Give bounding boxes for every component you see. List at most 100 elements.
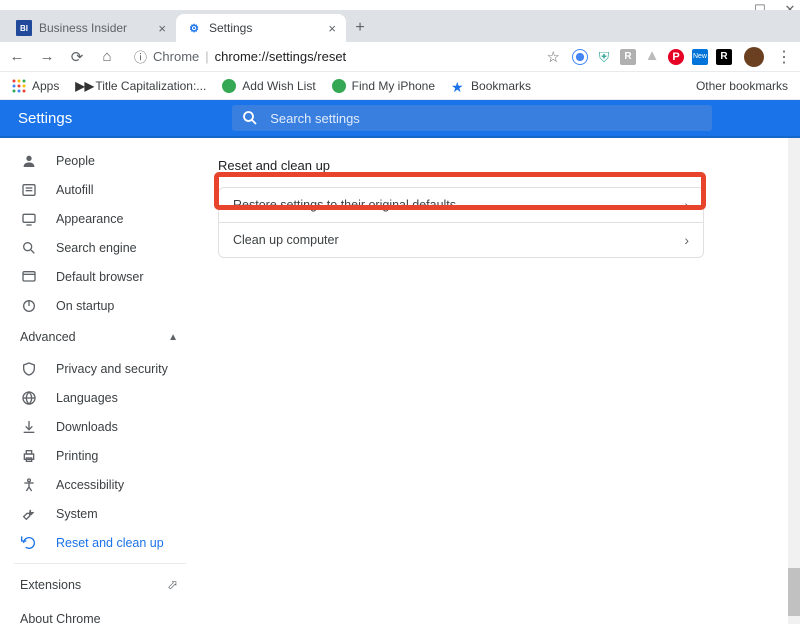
star-icon: ★ [451,79,465,93]
home-button[interactable]: ⌂ [98,48,116,65]
scrollbar-thumb[interactable] [788,568,800,616]
bookmark-label: Find My iPhone [352,79,435,93]
person-icon [20,152,38,170]
ext-icon-new[interactable]: New [692,49,708,65]
tab-settings[interactable]: ⚙ Settings × [176,14,346,42]
sidebar-item-printing[interactable]: Printing [0,441,200,470]
ext-icon-1[interactable] [572,49,588,65]
site-info-icon[interactable]: ⓘ [134,47,147,66]
sidebar-advanced-label: Advanced [20,330,76,344]
back-button[interactable]: ← [8,48,26,65]
cleanup-label: Clean up computer [233,233,339,247]
tab-label: Settings [209,21,252,35]
tab-close-icon[interactable]: × [158,21,166,36]
sidebar-item-search[interactable]: Search engine [0,233,200,262]
apps-label: Apps [32,79,59,93]
ext-icon-r1[interactable]: R [620,49,636,65]
sidebar-item-label: On startup [56,299,114,313]
sidebar-item-label: Search engine [56,241,137,255]
vertical-scrollbar[interactable] [788,138,800,624]
sidebar-item-label: Printing [56,449,98,463]
power-icon [20,297,38,315]
printer-icon [20,447,38,465]
search-icon [20,239,38,257]
external-link-icon: ⬀ [167,577,178,593]
apps-grid-icon [12,79,26,93]
bookmark-findphone[interactable]: Find My iPhone [332,79,435,93]
section-title: Reset and clean up [218,158,770,173]
sidebar-item-startup[interactable]: On startup [0,291,200,320]
sidebar-item-downloads[interactable]: Downloads [0,412,200,441]
download-icon [20,418,38,436]
other-bookmarks[interactable]: Other bookmarks [690,79,788,93]
sidebar-item-appearance[interactable]: Appearance [0,204,200,233]
sidebar-about[interactable]: About Chrome [0,602,200,636]
sidebar-item-reset[interactable]: Reset and clean up [0,528,200,557]
ext-icon-r2[interactable]: R [716,49,732,65]
menu-icon[interactable]: ⋮ [776,47,792,67]
chevron-up-icon: ▲ [168,332,178,343]
globe-icon [20,389,38,407]
reload-button[interactable]: ⟳ [68,48,86,66]
bookmark-bookmarks[interactable]: ★ Bookmarks [451,79,531,93]
sidebar-item-languages[interactable]: Languages [0,383,200,412]
sidebar-item-label: Appearance [56,212,123,226]
settings-card: Restore settings to their original defau… [218,187,704,258]
ext-icon-shield[interactable]: ⛨ [596,49,612,65]
bookmark-icon [332,79,346,93]
search-input[interactable] [270,111,702,126]
sidebar-item-label: Autofill [56,183,94,197]
apps-button[interactable]: Apps [12,79,59,93]
bookmark-icon: ▶▶ [75,79,89,93]
url-path: chrome://settings/reset [215,49,347,64]
profile-avatar[interactable] [744,47,764,67]
sidebar-item-privacy[interactable]: Privacy and security [0,354,200,383]
sidebar-advanced-toggle[interactable]: Advanced ▲ [0,320,200,354]
content-area: Reset and clean up Restore settings to t… [200,138,800,624]
bookmark-title-cap[interactable]: ▶▶ Title Capitalization:... [75,79,206,93]
sidebar-item-label: Reset and clean up [56,536,164,550]
ext-icon-pinterest[interactable]: P [668,49,684,65]
wrench-icon [20,505,38,523]
page-title: Settings [18,110,72,127]
bookmark-label: Add Wish List [242,79,315,93]
sidebar-item-label: Privacy and security [56,362,168,376]
omnibox[interactable]: ⓘ Chrome | chrome://settings/reset [128,46,535,68]
search-box[interactable] [232,105,712,131]
restore-icon [20,534,38,552]
sidebar-item-label: Downloads [56,420,118,434]
toolbar: ← → ⟳ ⌂ ⓘ Chrome | chrome://settings/res… [0,42,800,72]
tab-close-icon[interactable]: × [328,21,336,36]
sidebar-item-label: Accessibility [56,478,124,492]
sidebar-item-system[interactable]: System [0,499,200,528]
chevron-right-icon: › [684,232,689,248]
browser-icon [20,268,38,286]
sidebar-extensions[interactable]: Extensions ⬀ [0,568,200,602]
new-tab-button[interactable]: + [346,14,374,42]
bookmark-label: Bookmarks [471,79,531,93]
accessibility-icon [20,476,38,494]
chevron-right-icon: › [684,197,689,213]
extension-icons: ⛨ R ▲ P New R [572,49,732,65]
cleanup-row[interactable]: Clean up computer › [219,223,703,257]
sidebar-item-default-browser[interactable]: Default browser [0,262,200,291]
autofill-icon [20,181,38,199]
forward-button[interactable]: → [38,48,56,65]
tab-strip: BI Business Insider × ⚙ Settings × + [0,10,800,42]
restore-settings-row[interactable]: Restore settings to their original defau… [219,188,703,222]
sidebar: People Autofill Appearance Search engine… [0,138,200,624]
sidebar-item-autofill[interactable]: Autofill [0,175,200,204]
bookmark-wishlist[interactable]: Add Wish List [222,79,315,93]
sidebar-extensions-label: Extensions [20,578,81,592]
sidebar-item-accessibility[interactable]: Accessibility [0,470,200,499]
bookmark-label: Title Capitalization:... [95,79,206,93]
tab-business-insider[interactable]: BI Business Insider × [6,14,176,42]
settings-header: Settings [0,100,800,136]
sidebar-item-people[interactable]: People [0,146,200,175]
favicon-gear-icon: ⚙ [186,20,202,36]
sidebar-item-label: Default browser [56,270,144,284]
sidebar-item-label: Languages [56,391,118,405]
ext-icon-drive[interactable]: ▲ [644,49,660,65]
tab-label: Business Insider [39,21,127,35]
bookmark-star-icon[interactable]: ☆ [547,48,560,66]
